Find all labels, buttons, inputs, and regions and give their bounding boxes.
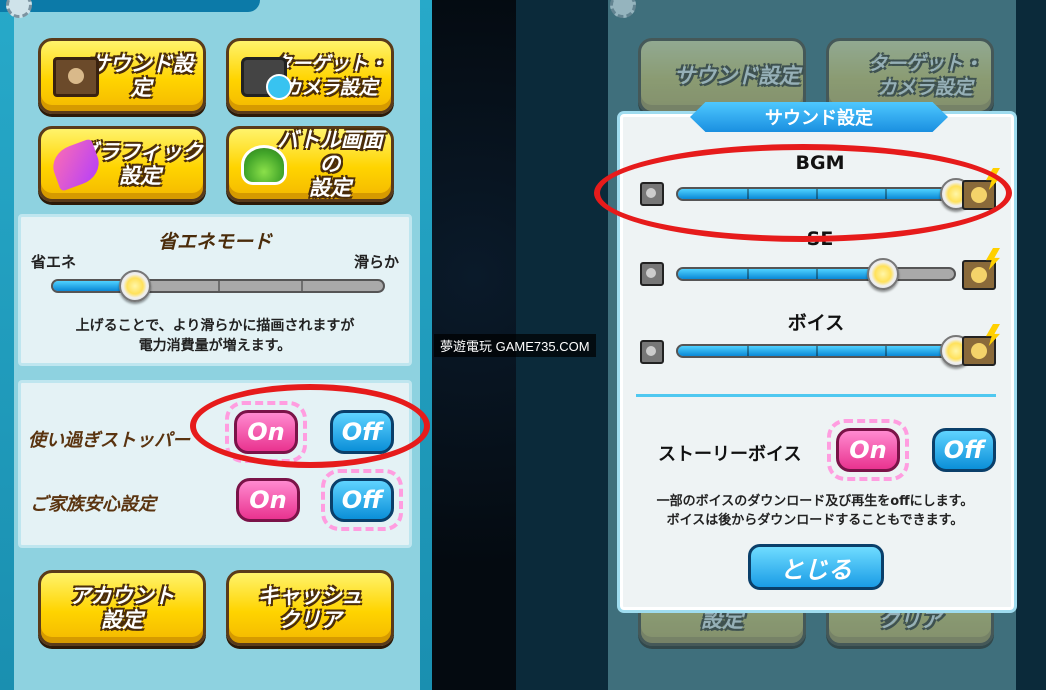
account-settings-label: アカウント 設定 [69,584,175,632]
family-safety-on-button[interactable]: On [236,478,300,522]
annotation-circle [594,144,1012,242]
power-save-title: 省エネモード [157,231,272,253]
account-settings-button[interactable]: アカウント 設定 [38,570,206,646]
story-voice-on-button[interactable]: On [827,419,909,481]
voice-label: ボイス [787,312,845,334]
power-save-right-label: 滑らか [353,253,399,271]
dome-icon [241,145,287,185]
on-label: On [849,436,887,464]
volume-low-icon [640,340,664,364]
story-voice-note: 一部のボイスのダウンロード及び再生をoffにします。 ボイスは後からダウンロード… [656,494,974,528]
power-save-slider[interactable] [51,279,385,293]
close-label: とじる [780,555,852,584]
target-camera-settings-label: ターゲット・ カメラ設定 [867,53,982,99]
slider-tick [885,346,887,356]
modal-divider [636,394,996,397]
overuse-stopper-label: 使い過ぎストッパー [28,430,190,451]
battle-screen-settings-button[interactable]: バトル画面の 設定 [226,126,394,202]
sound-modal-title: サウンド設定 [690,102,948,132]
annotation-circle [190,384,430,468]
family-safety-off-button[interactable]: Off [321,469,403,531]
slider-tick [816,269,818,279]
close-button[interactable]: とじる [748,544,884,590]
slider-tick [300,281,303,291]
options-panel: サウンド設定 ターゲット・ カメラ設定 グラフィック 設定 バトル画面の 設定 … [0,0,432,690]
cache-clear-button[interactable]: キャッシュ クリア [226,570,394,646]
slider-tick [747,269,749,279]
family-safety-label: ご家族安心設定 [30,494,156,515]
graphic-settings-button[interactable]: グラフィック 設定 [38,126,206,202]
volume-low-icon [640,262,664,286]
off-label: Off [943,436,985,464]
voice-slider[interactable] [676,344,956,358]
slider-tick [747,346,749,356]
story-voice-off-button[interactable]: Off [932,428,996,472]
on-label: On [249,486,287,514]
off-label: Off [341,486,383,514]
power-save-slider-knob[interactable] [118,270,151,302]
se-slider-knob[interactable] [867,258,900,290]
se-slider-fill [678,269,883,279]
sound-settings-label: サウンド設定 [674,64,800,88]
cache-clear-label: キャッシュ クリア [257,584,363,632]
se-slider[interactable] [676,267,956,281]
target-camera-settings-button[interactable]: ターゲット・ カメラ設定 [226,38,394,114]
options-header-bar [0,0,260,12]
sound-settings-button[interactable]: サウンド設定 [38,38,206,114]
speaker-icon [53,57,99,97]
watermark: 夢遊電玩 GAME735.COM [434,334,596,357]
story-voice-label: ストーリーボイス [658,444,802,465]
power-save-left-label: 省エネ [31,253,77,271]
slider-tick [218,281,220,291]
slider-tick [816,346,818,356]
power-save-panel: 省エネモード 省エネ 滑らか 上げることで、より滑らかに描画されますが 電力消費… [18,214,412,366]
power-save-description: 上げることで、より滑らかに描画されますが 電力消費量が増えます。 [75,318,355,354]
camera-icon [241,57,292,100]
